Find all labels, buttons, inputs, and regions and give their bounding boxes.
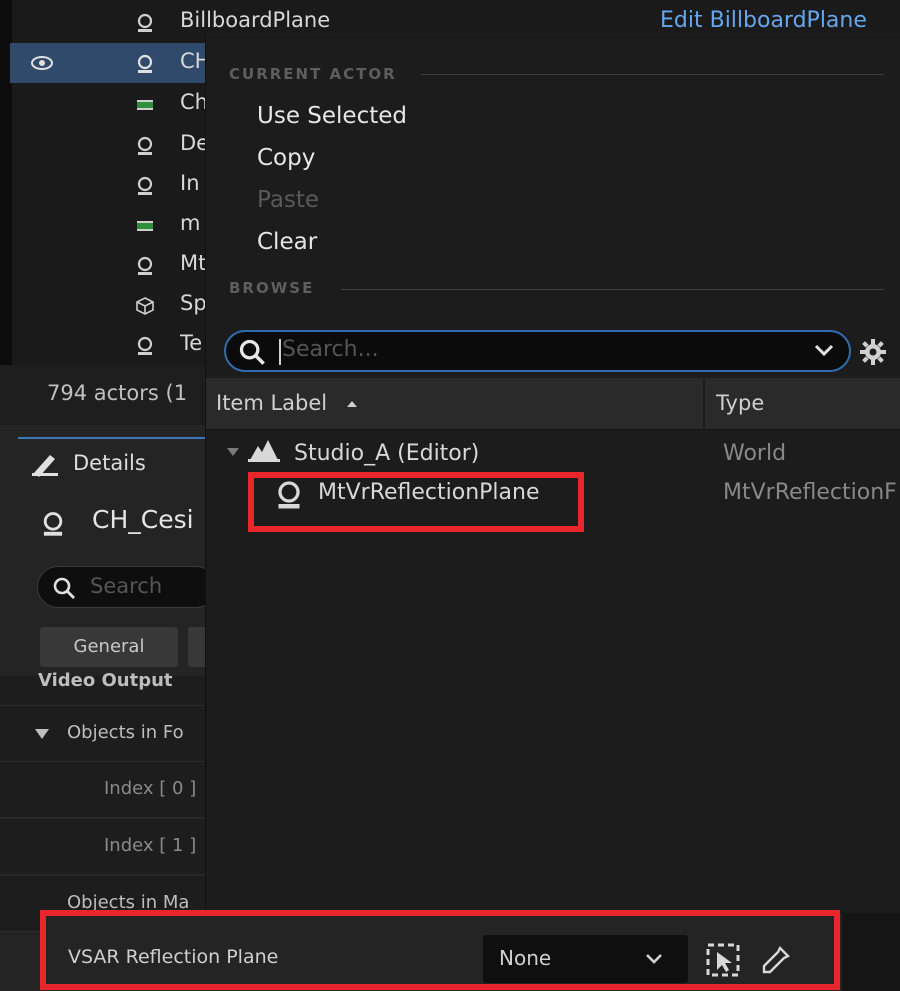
outliner-row[interactable]: Te bbox=[10, 325, 210, 365]
outliner-row-selected[interactable]: CH bbox=[10, 43, 210, 83]
actor-icon bbox=[137, 256, 153, 275]
world-row-label[interactable]: Studio_A (Editor) bbox=[294, 441, 479, 466]
outliner-row[interactable]: Ch bbox=[10, 84, 210, 124]
browse-header: BROWSE bbox=[229, 279, 315, 297]
section-divider bbox=[421, 74, 884, 75]
actor-count: 794 actors (1 bbox=[47, 381, 188, 405]
outliner-row-label: BillboardPlane bbox=[180, 8, 331, 32]
sort-ascending-icon[interactable] bbox=[346, 400, 358, 408]
search-placeholder: Search... bbox=[282, 337, 379, 362]
actor-search-input[interactable]: Search... bbox=[224, 330, 851, 372]
outliner-row[interactable]: m bbox=[10, 205, 210, 245]
use-selected-item[interactable]: Use Selected bbox=[257, 103, 407, 129]
property-row[interactable]: Index [ 1 ] bbox=[0, 819, 210, 875]
highlight-box bbox=[248, 472, 584, 532]
eye-icon[interactable] bbox=[30, 55, 54, 71]
current-actor-header: CURRENT ACTOR bbox=[229, 65, 397, 83]
column-type[interactable]: Type bbox=[716, 391, 764, 415]
column-item-label[interactable]: Item Label bbox=[216, 391, 327, 415]
property-row[interactable]: Index [ 0 ] bbox=[0, 762, 210, 818]
index-label: Index [ 0 ] bbox=[104, 778, 197, 799]
mesh-icon bbox=[137, 221, 153, 231]
edit-actor-link[interactable]: Edit BillboardPlane bbox=[660, 8, 867, 33]
outliner-row[interactable]: BillboardPlane bbox=[10, 2, 330, 42]
search-icon bbox=[239, 339, 265, 365]
actor-icon bbox=[137, 54, 153, 73]
clear-item[interactable]: Clear bbox=[257, 229, 317, 255]
paste-item[interactable]: Paste bbox=[257, 187, 319, 213]
actor-icon bbox=[137, 176, 153, 195]
actor-icon bbox=[137, 13, 153, 32]
gear-icon[interactable] bbox=[858, 337, 888, 367]
actor-icon bbox=[43, 512, 63, 536]
details-tab-label: Details bbox=[73, 451, 146, 475]
world-row-type: World bbox=[723, 441, 787, 466]
actor-name-label: CH_Cesi bbox=[92, 505, 194, 534]
highlight-box bbox=[40, 910, 840, 990]
column-divider[interactable] bbox=[703, 378, 705, 430]
outliner-row[interactable]: Sp bbox=[10, 285, 210, 325]
text-caret bbox=[279, 339, 281, 365]
details-icon bbox=[32, 455, 58, 477]
details-search-input[interactable]: Search bbox=[37, 566, 217, 608]
actor-icon bbox=[137, 136, 153, 155]
actor-table-header: Item Label Type bbox=[206, 378, 900, 430]
cube-icon bbox=[136, 297, 154, 315]
outliner-row[interactable]: Mt bbox=[10, 245, 210, 285]
index-label: Index [ 1 ] bbox=[104, 835, 197, 856]
outliner-footer: 794 actors (1 bbox=[0, 365, 205, 425]
reflection-plane-row-type: MtVrReflectionF bbox=[723, 480, 897, 505]
copy-item[interactable]: Copy bbox=[257, 145, 315, 171]
section-divider bbox=[341, 289, 884, 290]
property-category-row[interactable]: Video Output bbox=[0, 670, 210, 706]
world-icon bbox=[248, 440, 280, 462]
chevron-down-icon[interactable] bbox=[814, 344, 834, 358]
outliner-row[interactable]: De bbox=[10, 125, 210, 165]
mesh-icon bbox=[137, 100, 153, 110]
details-search-placeholder: Search bbox=[90, 574, 163, 598]
actor-icon bbox=[137, 336, 153, 355]
property-category-row[interactable]: Objects in Fo bbox=[0, 706, 210, 762]
expand-arrow-icon[interactable] bbox=[34, 728, 50, 740]
search-icon bbox=[53, 577, 75, 599]
expand-arrow-icon[interactable] bbox=[226, 447, 240, 457]
tab-details[interactable]: Details bbox=[18, 437, 208, 489]
objects-in-fo-label: Objects in Fo bbox=[67, 722, 184, 743]
category-general-button[interactable]: General bbox=[40, 627, 178, 667]
video-output-label: Video Output bbox=[38, 670, 173, 691]
outliner-row[interactable]: In bbox=[10, 165, 210, 205]
